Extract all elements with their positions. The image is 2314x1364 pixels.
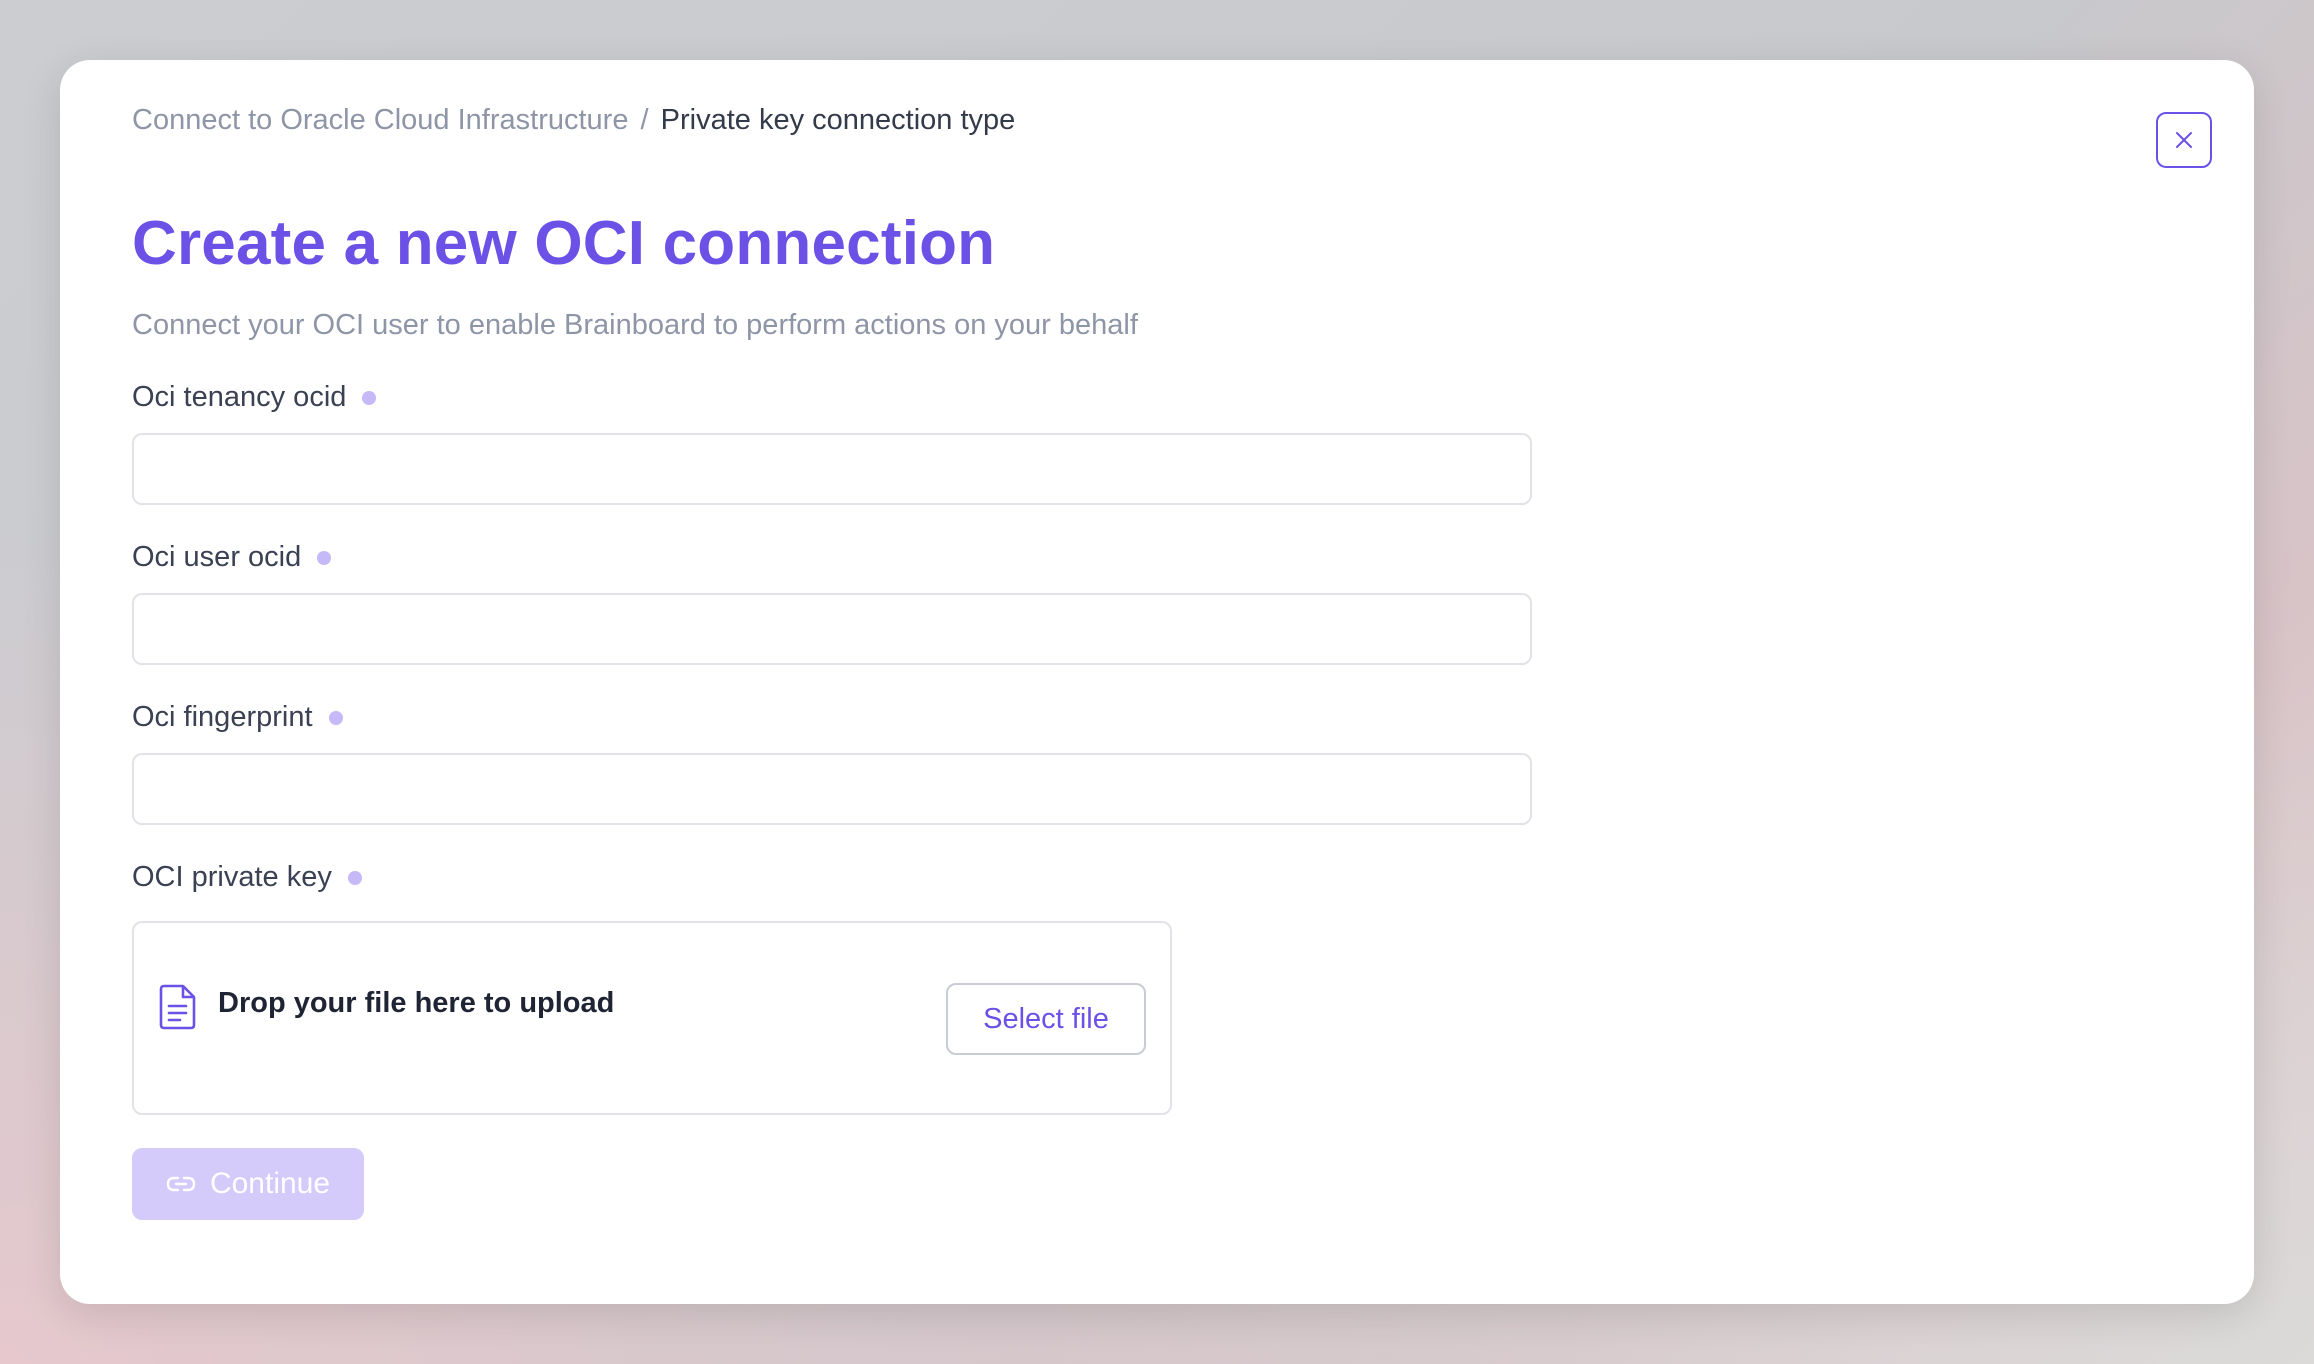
- required-indicator: [317, 550, 332, 565]
- user-ocid-label: Oci user ocid: [132, 541, 332, 574]
- link-icon: [166, 1176, 196, 1192]
- breadcrumb-current: Private key connection type: [660, 104, 1016, 136]
- user-ocid-label-text: Oci user ocid: [132, 541, 302, 573]
- fingerprint-label-text: Oci fingerprint: [132, 701, 313, 733]
- breadcrumb-parent[interactable]: Connect to Oracle Cloud Infrastructure: [132, 104, 628, 136]
- tenancy-ocid-input[interactable]: [132, 433, 1532, 505]
- file-dropzone[interactable]: Drop your file here to upload Select fil…: [132, 921, 1172, 1115]
- tenancy-ocid-label: Oci tenancy ocid: [132, 381, 377, 414]
- page-title: Create a new OCI connection: [132, 209, 996, 278]
- breadcrumb: Connect to Oracle Cloud Infrastructure /…: [132, 104, 1015, 137]
- fingerprint-label: Oci fingerprint: [132, 701, 343, 734]
- fingerprint-input[interactable]: [132, 753, 1532, 825]
- continue-label: Continue: [209, 1167, 331, 1200]
- private-key-label: OCI private key: [132, 861, 362, 894]
- file-text-icon: [159, 984, 196, 1030]
- page-subtitle: Connect your OCI user to enable Brainboa…: [132, 309, 1138, 341]
- continue-button[interactable]: Continue: [132, 1148, 364, 1220]
- user-ocid-input[interactable]: [132, 593, 1532, 665]
- required-indicator: [362, 390, 377, 405]
- breadcrumb-separator: /: [640, 104, 649, 136]
- select-file-button[interactable]: Select file: [946, 983, 1146, 1055]
- required-indicator: [347, 870, 362, 885]
- connection-modal: Connect to Oracle Cloud Infrastructure /…: [60, 60, 2254, 1304]
- required-indicator: [328, 710, 343, 725]
- close-button[interactable]: [2156, 112, 2212, 168]
- tenancy-ocid-label-text: Oci tenancy ocid: [132, 381, 347, 413]
- close-icon: [2176, 132, 2192, 148]
- private-key-label-text: OCI private key: [132, 861, 332, 893]
- dropzone-text: Drop your file here to upload: [218, 987, 615, 1019]
